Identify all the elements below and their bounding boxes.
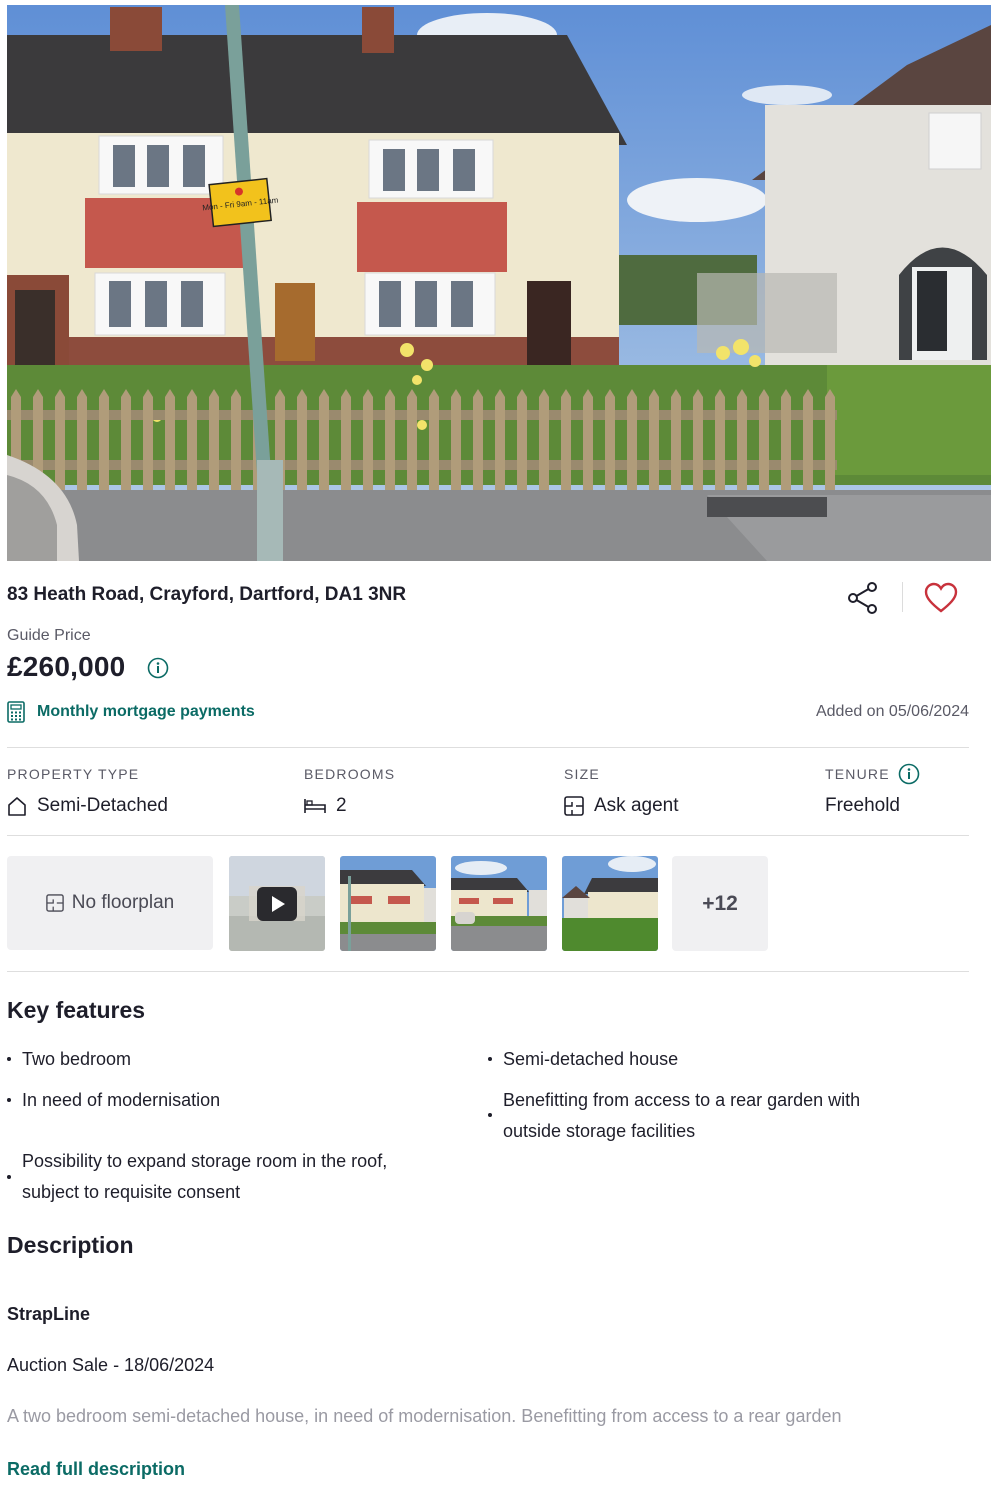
key-features-heading: Key features <box>7 997 146 1023</box>
bullet <box>7 1057 11 1061</box>
stat-label: PROPERTY TYPE <box>7 766 140 782</box>
mortgage-payments-link[interactable]: Monthly mortgage payments <box>7 701 255 723</box>
added-date: Added on 05/06/2024 <box>815 703 969 720</box>
action-divider <box>902 582 903 612</box>
heart-icon <box>924 582 958 613</box>
guide-price-label: Guide Price <box>7 627 91 644</box>
bullet <box>7 1098 11 1102</box>
feature-item: In need of modernisation <box>22 1090 221 1110</box>
favourite-button[interactable] <box>921 578 961 618</box>
share-button[interactable] <box>843 578 883 618</box>
floorplan-icon <box>45 894 64 912</box>
property-address: 83 Heath Road, Crayford, Dartford, DA1 3… <box>7 584 407 605</box>
floorplan-icon <box>564 796 584 816</box>
divider <box>7 747 969 748</box>
calculator-icon <box>7 701 25 723</box>
stat-label: BEDROOMS <box>304 766 396 782</box>
info-icon <box>147 657 169 679</box>
strapline: StrapLine <box>7 1304 91 1324</box>
stat-value: Ask agent <box>594 795 679 816</box>
property-price: £260,000 <box>7 651 126 682</box>
bullet <box>7 1175 11 1179</box>
stat-value: Semi-Detached <box>37 795 168 816</box>
photo-thumbnail[interactable] <box>562 856 658 951</box>
stat-value: Freehold <box>825 795 900 816</box>
divider <box>7 835 969 836</box>
floorplan-tile[interactable]: No floorplan <box>7 856 213 950</box>
mortgage-link-label: Monthly mortgage payments <box>37 703 255 720</box>
feature-item: Possibility to expand storage room in th… <box>22 1151 388 1202</box>
stat-label: TENURE <box>825 766 890 782</box>
bed-icon <box>304 799 326 813</box>
auction-date: Auction Sale - 18/06/2024 <box>7 1355 215 1375</box>
stat-bedrooms: BEDROOMS 2 <box>304 765 395 817</box>
floorplan-label: No floorplan <box>71 892 175 913</box>
house-icon <box>8 797 26 816</box>
stat-property-type: PROPERTY TYPE Semi-Detached <box>7 765 168 817</box>
description-excerpt: A two bedroom semi-detached house, in ne… <box>7 1406 842 1426</box>
hero-photo[interactable]: Mon - Fri 9am - 11am <box>7 5 991 561</box>
stat-value: 2 <box>336 795 347 816</box>
bullet <box>488 1113 492 1117</box>
photo-thumbnail[interactable] <box>340 856 436 951</box>
feature-item: Semi-detached house <box>503 1049 679 1069</box>
bullet <box>488 1057 492 1061</box>
share-icon <box>848 582 877 614</box>
info-icon[interactable] <box>898 763 920 785</box>
read-full-description-link[interactable]: Read full description <box>7 1459 185 1480</box>
more-photos-button[interactable]: +12 <box>672 856 768 951</box>
photo-thumbnail[interactable] <box>451 856 547 951</box>
video-thumbnail[interactable] <box>229 856 325 951</box>
description-heading: Description <box>7 1232 134 1258</box>
divider <box>7 971 969 972</box>
stat-tenure: TENURE Freehold <box>825 763 920 817</box>
feature-item: Benefitting from access to a rear garden… <box>503 1090 861 1141</box>
price-info-button[interactable] <box>147 657 169 684</box>
stat-size: SIZE Ask agent <box>564 765 679 817</box>
stat-label: SIZE <box>564 766 600 782</box>
feature-item: Two bedroom <box>22 1049 132 1069</box>
